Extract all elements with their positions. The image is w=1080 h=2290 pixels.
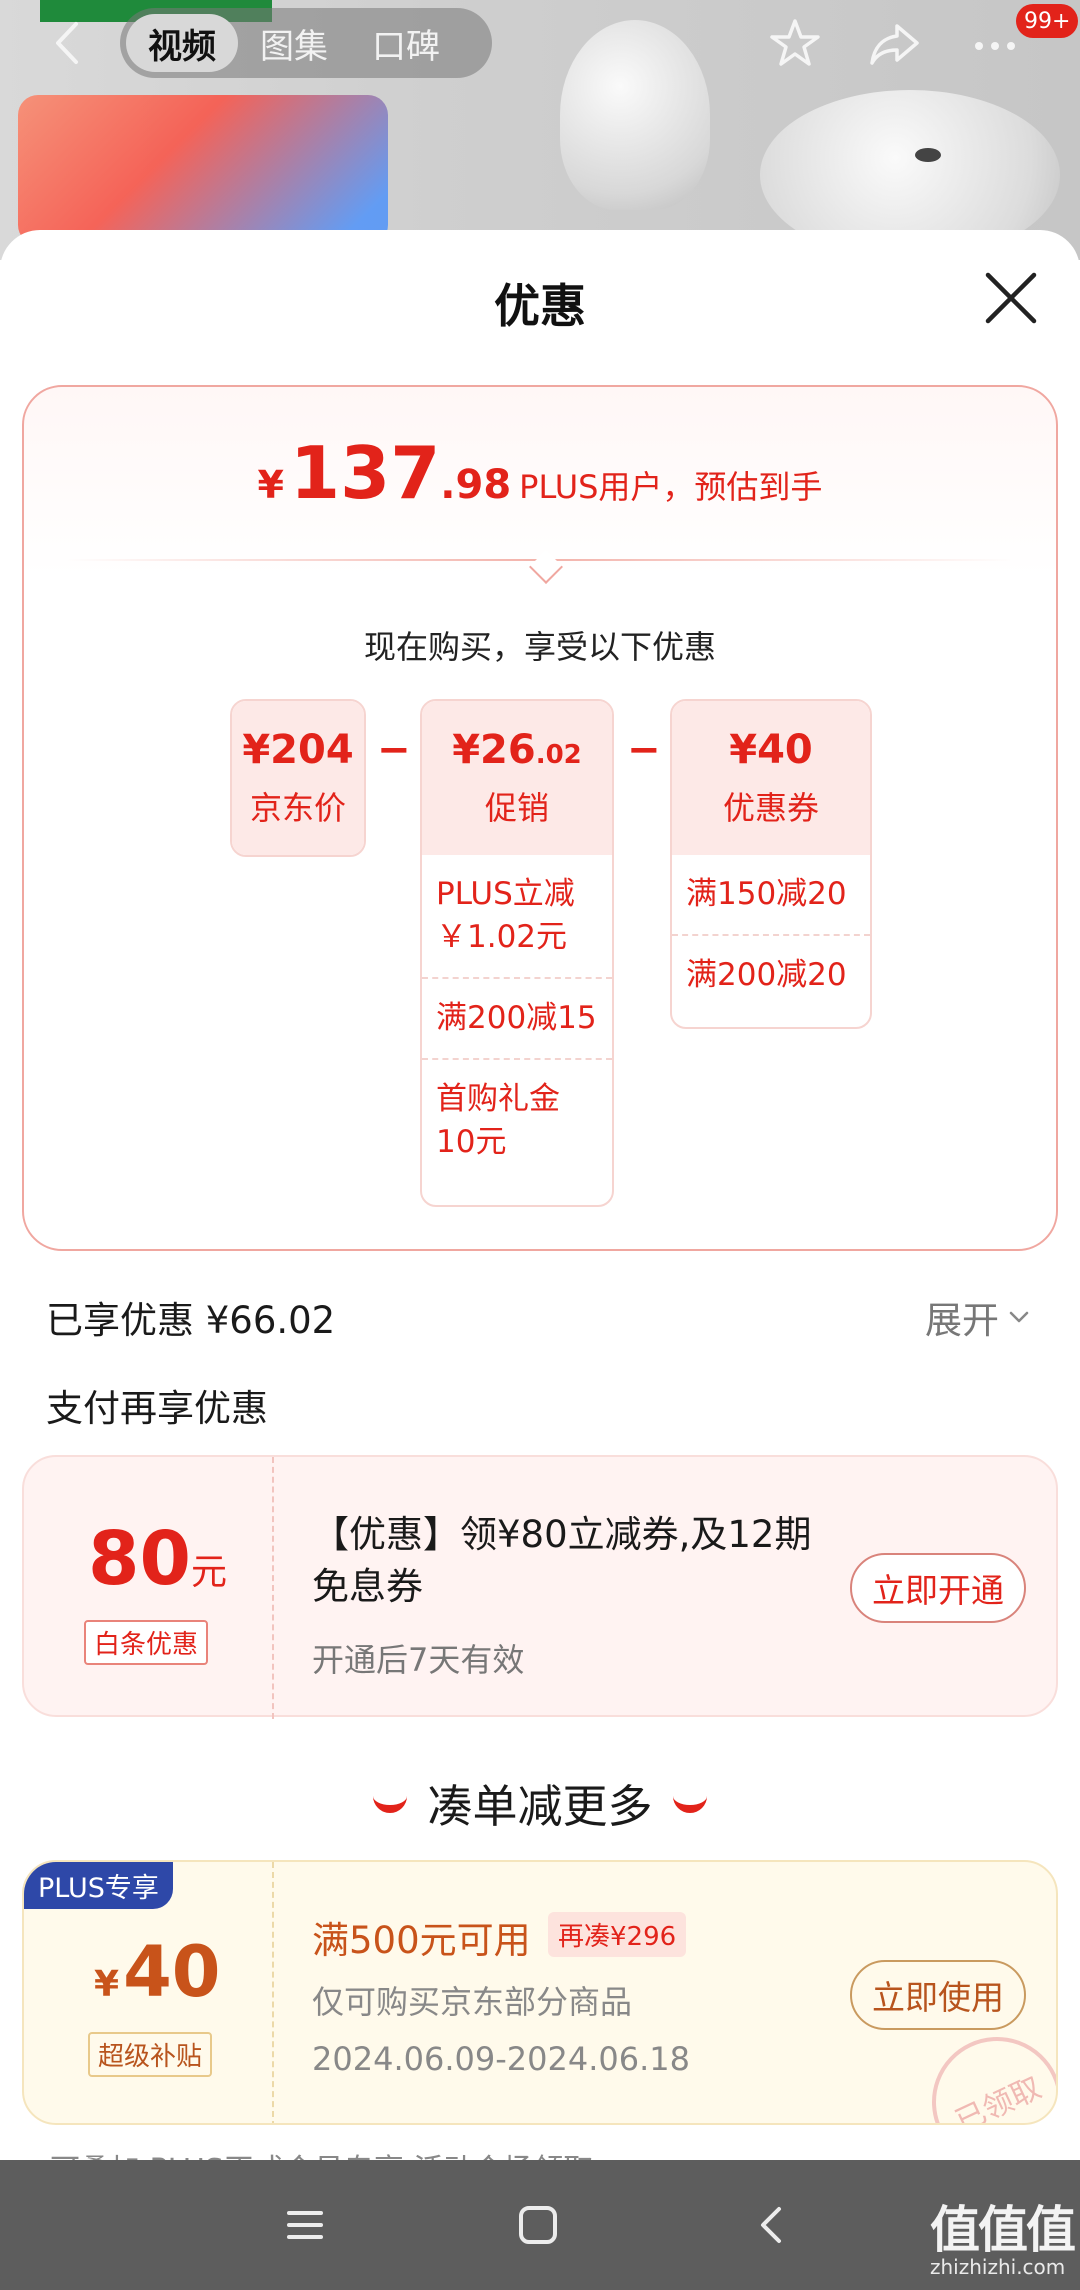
- baitiao-amount-panel: 80元 白条优惠: [24, 1457, 274, 1719]
- coupon-features-row: 可叠加 PLUS正式会员专享 活动会场领取: [50, 2145, 593, 2160]
- favorite-button[interactable]: [765, 14, 825, 74]
- system-back-button[interactable]: [748, 2200, 798, 2250]
- back-icon: [56, 22, 78, 64]
- plus-coupon-desc: 仅可购买京东部分商品: [312, 1983, 633, 2021]
- payment-section-title: 支付再享优惠: [46, 1387, 268, 1430]
- product-earbud-image: [560, 20, 710, 210]
- coupon-items: 满150减20 满200减20: [672, 855, 870, 1015]
- plus-coupon-chip: 再凑¥296: [548, 1912, 687, 1957]
- coupon-head: ¥40 优惠券: [672, 701, 870, 855]
- coupon-label: 优惠券: [722, 789, 819, 827]
- minus-sign: −: [377, 727, 411, 773]
- promotion-item: 满200减15: [422, 977, 612, 1058]
- jd-price-head: ¥204 京东价: [232, 701, 364, 855]
- close-icon: [985, 272, 1037, 324]
- enjoy-text: 现在购买，享受以下优惠: [363, 628, 716, 666]
- coupon-item: 满150减20: [686, 876, 847, 912]
- jd-price-column: ¥204 京东价: [230, 699, 366, 857]
- promo-banner: [18, 95, 388, 245]
- plus-coupon-date: 2024.06.09-2024.06.18: [312, 2040, 690, 2078]
- promotion-head: ¥26.02 促销: [422, 701, 612, 855]
- menu-icon: [287, 2211, 323, 2239]
- expand-button[interactable]: 展开: [925, 1290, 1033, 1344]
- baitiao-amount: 80元: [88, 1516, 227, 1602]
- activate-button[interactable]: 立即开通: [850, 1553, 1026, 1623]
- plus-coupon-card: ¥40 超级补贴 PLUS专享 满500元可用 再凑¥296 仅可购买京东部分商…: [22, 1860, 1058, 2125]
- back-icon: [761, 2207, 781, 2243]
- watermark-url: zhizhizhi.com: [930, 2255, 1066, 2279]
- price-decimal: .98: [440, 462, 512, 508]
- price-note: PLUS用户，预估到手: [519, 468, 823, 506]
- more-title-text: 凑单减更多: [427, 1780, 653, 1833]
- tab-reviews[interactable]: 口碑: [350, 14, 462, 72]
- promotion-items: PLUS立减￥1.02元 满200减15 首购礼金10元: [422, 855, 612, 1182]
- price-integer: 137: [290, 431, 441, 515]
- system-nav-bar: [0, 2160, 1080, 2290]
- watermark-logo: 值值值: [930, 2201, 1076, 2259]
- coupon-column: ¥40 优惠券 满150减20 满200减20: [670, 699, 872, 1029]
- promotion-item: 首购礼金10元: [422, 1058, 612, 1182]
- promotion-amount: ¥26.02: [452, 727, 582, 773]
- tab-gallery[interactable]: 图集: [238, 14, 350, 72]
- promotion-label: 促销: [484, 789, 549, 827]
- baitiao-offer-card: 80元 白条优惠 【优惠】领¥80立减券,及12期免息券 开通后7天有效 立即开…: [22, 1455, 1058, 1719]
- tab-video[interactable]: 视频: [126, 14, 238, 72]
- coupon-amount: ¥40: [729, 727, 813, 773]
- share-button[interactable]: [865, 14, 925, 74]
- earbud-detail: [915, 148, 941, 162]
- smile-icon: [672, 1793, 707, 1813]
- coupon-item: 满200减20: [672, 934, 870, 1015]
- jd-price-amount: ¥204: [242, 727, 354, 773]
- plus-coupon-title: 满500元可用: [312, 1919, 531, 1962]
- jd-price-label: 京东价: [249, 789, 346, 827]
- currency-symbol: ¥: [257, 463, 284, 507]
- plus-exclusive-tag: PLUS专享: [24, 1862, 173, 1909]
- share-icon: [870, 24, 919, 65]
- baitiao-validity: 开通后7天有效: [312, 1641, 525, 1679]
- plus-sub-tag: 超级补贴: [88, 2032, 213, 2077]
- expand-label: 展开: [925, 1299, 999, 1342]
- promotion-item: PLUS立减￥1.02元: [436, 876, 575, 955]
- more-icon: [975, 42, 1015, 50]
- plus-amount: ¥40: [94, 1931, 221, 2013]
- back-button[interactable]: [48, 18, 88, 68]
- media-tabs: 视频 图集 口碑: [120, 8, 492, 78]
- notification-badge: 99+: [1016, 4, 1079, 38]
- use-now-button[interactable]: 立即使用: [850, 1960, 1026, 2030]
- baitiao-tag: 白条优惠: [84, 1620, 209, 1665]
- recent-apps-button[interactable]: [280, 2200, 330, 2250]
- minus-sign: −: [627, 727, 661, 773]
- baitiao-description: 【优惠】领¥80立减券,及12期免息券: [312, 1513, 812, 1608]
- more-section-title: 凑单减更多: [0, 1770, 1080, 1835]
- star-icon: [770, 19, 820, 66]
- estimated-price: ¥ 137 .98 PLUS用户，预估到手: [24, 437, 1056, 509]
- home-button[interactable]: [513, 2200, 563, 2250]
- discount-sheet: 优惠 ¥ 137 .98 PLUS用户，预估到手 现在购买，享受以下优惠 ¥20…: [0, 230, 1080, 2160]
- chevron-down-icon: [1009, 1311, 1029, 1323]
- home-icon: [519, 2206, 557, 2244]
- claimed-stamp: 已领取: [910, 2015, 1056, 2123]
- close-button[interactable]: [978, 265, 1044, 331]
- sheet-title: 优惠: [494, 279, 586, 333]
- promotion-column: ¥26.02 促销 PLUS立减￥1.02元 满200减15 首购礼金10元: [420, 699, 614, 1207]
- saved-discount-text: 已享优惠 ¥66.02: [46, 1299, 336, 1342]
- smile-icon: [373, 1793, 408, 1813]
- divider-notch: [529, 550, 563, 584]
- price-breakdown-card: ¥ 137 .98 PLUS用户，预估到手 现在购买，享受以下优惠 ¥204 京…: [22, 385, 1058, 1251]
